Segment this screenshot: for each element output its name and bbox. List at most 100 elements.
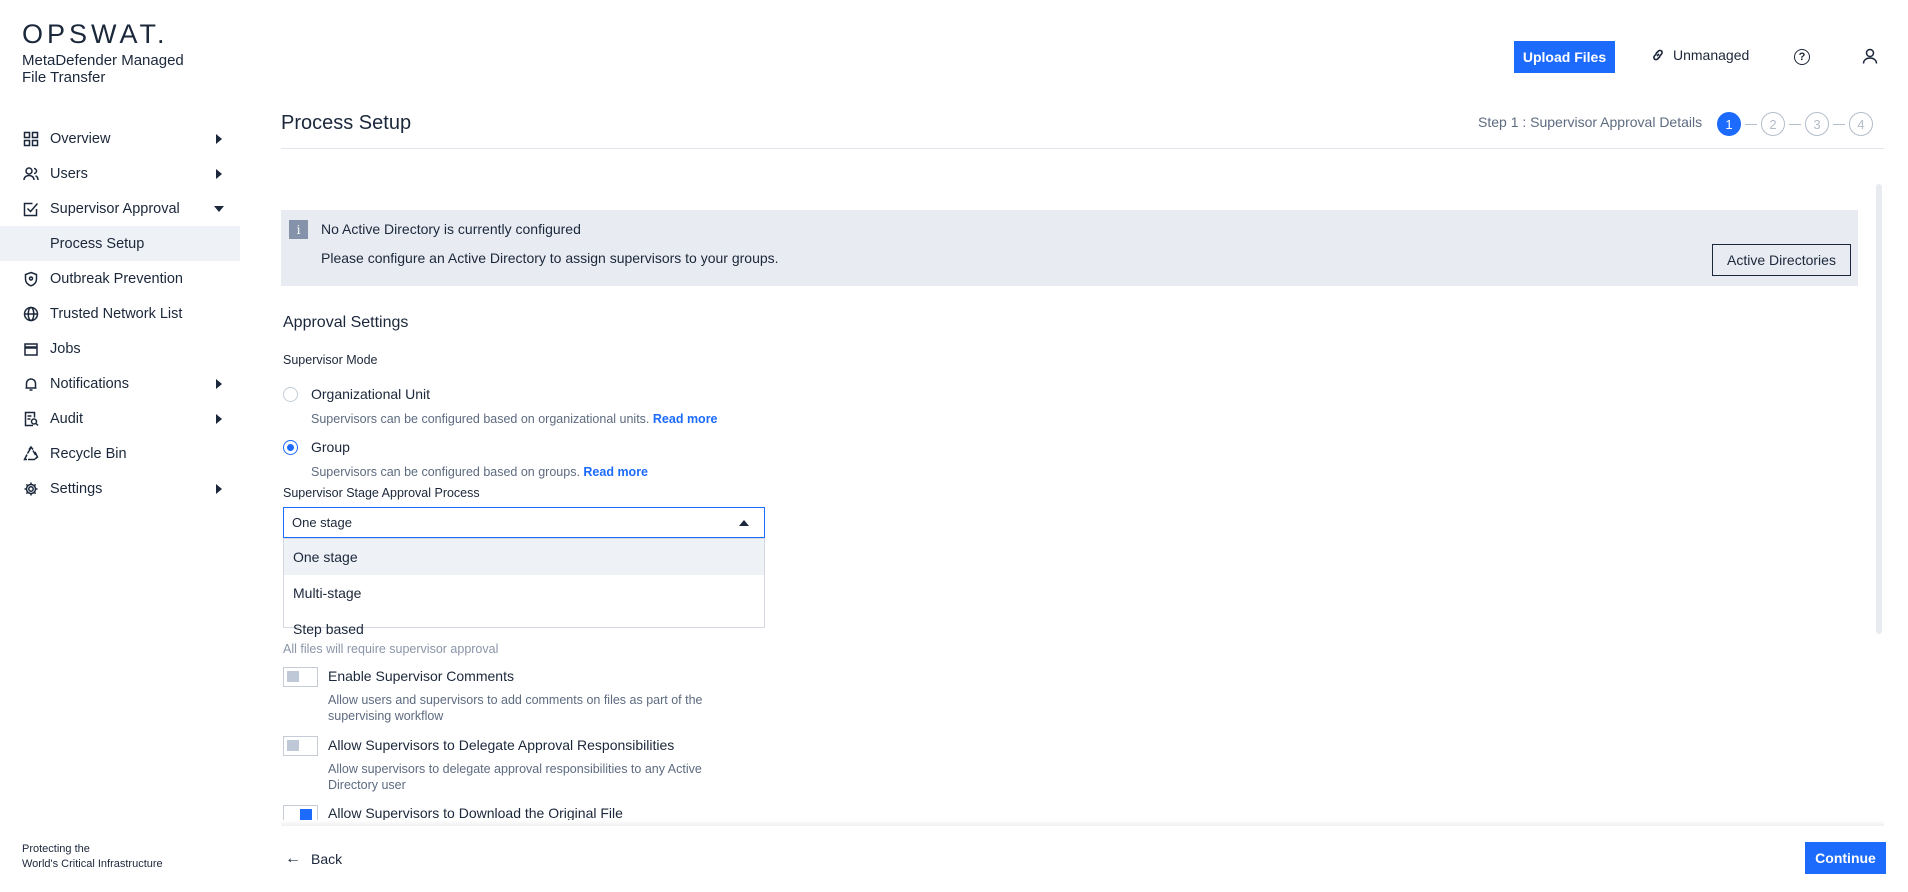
radio-help-text: Supervisors can be configured based on o… <box>311 412 650 426</box>
step-2: 2 <box>1761 112 1785 136</box>
read-more-link[interactable]: Read more <box>583 465 648 479</box>
back-label: Back <box>311 851 343 867</box>
title-divider <box>281 148 1884 149</box>
stage-approval-label: Supervisor Stage Approval Process <box>283 486 480 500</box>
toggle-help-line: supervising workflow <box>328 709 444 723</box>
footer-tagline: Protecting the World's Critical Infrastr… <box>22 842 163 872</box>
step-1: 1 <box>1717 112 1741 136</box>
toggle-label: Allow Supervisors to Delegate Approval R… <box>328 737 675 753</box>
stepper: 1 2 3 4 <box>1717 112 1873 136</box>
sidebar-item-notifications[interactable]: Notifications <box>0 366 240 401</box>
radio-help: Supervisors can be configured based on g… <box>311 465 648 479</box>
tagline-line-1: Protecting the <box>22 843 90 855</box>
caret-right-icon[interactable] <box>216 414 222 424</box>
caret-right-icon[interactable] <box>216 134 222 144</box>
caret-right-icon[interactable] <box>216 484 222 494</box>
logo-mark: OPSWAT. <box>22 19 169 49</box>
sidebar-item-label: Settings <box>50 480 103 497</box>
toggle-supervisor-comments[interactable] <box>283 667 318 687</box>
sidebar-item-audit[interactable]: Audit <box>0 401 240 436</box>
back-button[interactable]: ← Back <box>285 850 342 868</box>
arrow-left-icon: ← <box>285 850 301 867</box>
toggle-knob <box>287 740 299 751</box>
main-content: i No Active Directory is currently confi… <box>281 150 1876 825</box>
bell-icon <box>22 375 40 393</box>
gear-icon <box>22 480 40 498</box>
step-label: Step 1 : Supervisor Approval Details <box>1478 114 1703 130</box>
sidebar-item-users[interactable]: Users <box>0 156 240 191</box>
shield-icon <box>22 270 40 288</box>
caret-right-icon[interactable] <box>216 379 222 389</box>
alert-text: Please configure an Active Directory to … <box>321 250 779 266</box>
sidebar-item-label: Overview <box>50 130 111 147</box>
sidebar: OPSWAT. MetaDefender Managed File Transf… <box>0 0 240 892</box>
question-circle-icon[interactable]: ? <box>1794 49 1810 65</box>
caret-right-icon[interactable] <box>216 169 222 179</box>
radio-help-text: Supervisors can be configured based on g… <box>311 465 580 479</box>
option-one-stage[interactable]: One stage <box>284 539 764 575</box>
sidebar-item-jobs[interactable]: Jobs <box>0 331 240 366</box>
select-value: One stage <box>292 515 352 530</box>
page-title: Process Setup <box>281 112 412 134</box>
info-icon: i <box>289 220 308 239</box>
step-3: 3 <box>1805 112 1829 136</box>
sidebar-item-label: Supervisor Approval <box>50 200 180 217</box>
sidebar-nav: Overview Users Supervisor Approval Proce… <box>0 121 240 506</box>
sidebar-item-settings[interactable]: Settings <box>0 471 240 506</box>
checkbox-icon <box>22 200 40 218</box>
sidebar-item-label: Recycle Bin <box>50 445 127 462</box>
sidebar-item-label: Outbreak Prevention <box>50 270 183 287</box>
tagline-line-2: World's Critical Infrastructure <box>22 858 163 870</box>
recycle-icon <box>22 445 40 463</box>
content-scrollbar[interactable] <box>1876 184 1882 634</box>
sidebar-item-recycle-bin[interactable]: Recycle Bin <box>0 436 240 471</box>
step-connector <box>1789 123 1801 125</box>
read-more-link[interactable]: Read more <box>653 412 718 426</box>
calendar-icon <box>22 340 40 358</box>
sidebar-item-trusted-network-list[interactable]: Trusted Network List <box>0 296 240 331</box>
radio-label: Organizational Unit <box>311 386 431 402</box>
continue-button[interactable]: Continue <box>1805 842 1886 874</box>
stage-approval-dropdown: One stage Multi-stage Step based <box>283 538 765 637</box>
toggle-help: Allow users and supervisors to add comme… <box>328 692 748 724</box>
unmanaged-label: Unmanaged <box>1673 47 1750 63</box>
radio-group[interactable] <box>283 440 298 455</box>
option-step-based[interactable]: Step based <box>284 611 764 647</box>
sidebar-item-label: Users <box>50 165 88 182</box>
option-multi-stage[interactable]: Multi-stage <box>284 575 764 611</box>
brand-logo[interactable]: OPSWAT. MetaDefender Managed File Transf… <box>22 20 212 86</box>
grid-icon <box>22 130 40 148</box>
section-title: Approval Settings <box>283 314 409 331</box>
user-icon[interactable] <box>1861 47 1879 65</box>
toggle-help-line: Allow users and supervisors to add comme… <box>328 693 703 707</box>
radio-organizational-unit[interactable] <box>283 387 298 402</box>
audit-icon <box>22 410 40 428</box>
sidebar-item-label: Trusted Network List <box>50 305 183 322</box>
sidebar-item-supervisor-approval[interactable]: Supervisor Approval <box>0 191 240 226</box>
toggle-knob <box>287 671 299 682</box>
sidebar-item-outbreak-prevention[interactable]: Outbreak Prevention <box>0 261 240 296</box>
sidebar-subitem-process-setup[interactable]: Process Setup <box>0 226 240 261</box>
step-4: 4 <box>1849 112 1873 136</box>
upload-files-button[interactable]: Upload Files <box>1514 41 1615 73</box>
step-connector <box>1833 123 1845 125</box>
active-directories-button[interactable]: Active Directories <box>1712 244 1851 276</box>
toggle-label: Allow Supervisors to Download the Origin… <box>328 805 623 821</box>
sidebar-item-label: Notifications <box>50 375 129 392</box>
toggle-delegate-approval[interactable] <box>283 736 318 756</box>
users-icon <box>22 165 40 183</box>
globe-icon <box>22 305 40 323</box>
sidebar-item-label: Audit <box>50 410 84 427</box>
scroll-shadow <box>281 820 1884 826</box>
radio-help: Supervisors can be configured based on o… <box>311 412 718 426</box>
caret-up-icon <box>739 520 749 526</box>
sidebar-item-overview[interactable]: Overview <box>0 121 240 156</box>
radio-label: Group <box>311 439 350 455</box>
alert-title: No Active Directory is currently configu… <box>321 221 581 237</box>
stage-approval-select[interactable]: One stage <box>283 507 765 538</box>
info-alert: i No Active Directory is currently confi… <box>281 210 1858 286</box>
sidebar-item-label: Jobs <box>50 340 81 357</box>
unmanaged-link[interactable]: Unmanaged <box>1651 47 1749 63</box>
caret-down-icon[interactable] <box>214 206 224 212</box>
supervisor-mode-label: Supervisor Mode <box>283 353 378 367</box>
